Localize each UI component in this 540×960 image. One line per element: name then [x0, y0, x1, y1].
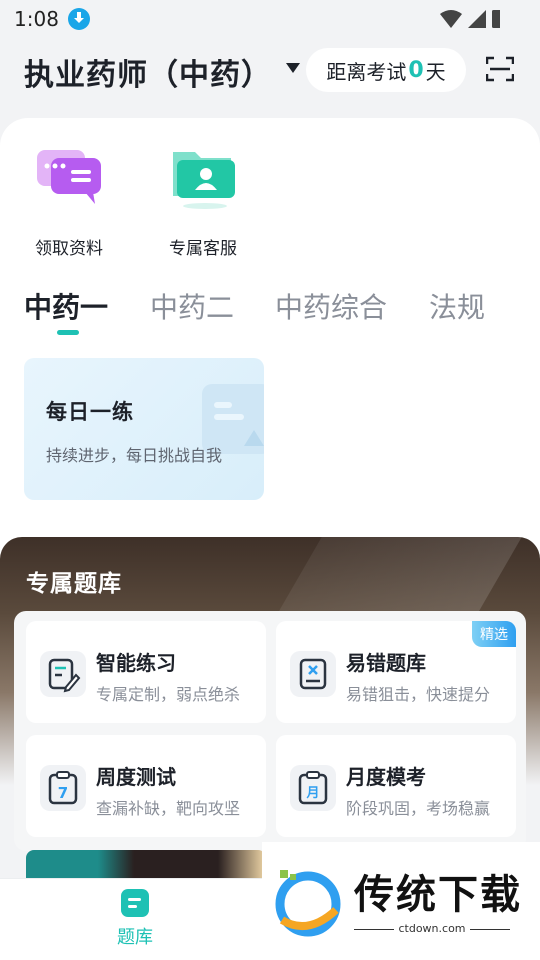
status-icons — [440, 10, 500, 28]
chat-bubble-icon — [33, 142, 105, 214]
get-materials-shortcut[interactable]: 领取资料 — [24, 142, 114, 259]
featured-badge: 精选 — [472, 621, 516, 647]
bank-panel: 智能练习 专属定制，弱点绝杀 易错题库 易错狙击，快速提分 精选 7 周度测试 … — [14, 611, 526, 851]
daily-practice-card[interactable]: 每日一练 持续进步，每日挑战自我 — [24, 358, 264, 500]
promo-banner[interactable] — [26, 850, 266, 880]
tab-regulations[interactable]: 法规 — [429, 286, 485, 326]
watermark: 传统下载 ctdown.com — [262, 842, 540, 960]
active-tab-indicator — [57, 330, 79, 335]
customer-service-label: 专属客服 — [169, 239, 237, 259]
exam-dropdown-caret-icon[interactable] — [286, 63, 300, 73]
subject-tabs: 中药一 中药二 中药综合 法规 — [24, 286, 524, 338]
edit-note-icon — [40, 651, 86, 697]
countdown-prefix: 距离考试 — [326, 59, 407, 84]
customer-service-shortcut[interactable]: 专属客服 — [158, 142, 248, 259]
error-bank-tile[interactable]: 易错题库 易错狙击，快速提分 精选 — [276, 621, 516, 723]
svg-text:7: 7 — [58, 784, 68, 802]
exam-countdown: 距离考试 0 天 — [306, 48, 466, 92]
weekly-test-name: 周度测试 — [96, 765, 176, 789]
signal-icon — [468, 10, 486, 28]
smart-practice-tile[interactable]: 智能练习 专属定制，弱点绝杀 — [26, 621, 266, 723]
main-content: 领取资料 专属客服 中药一 中药二 中药综合 法规 每日一练 持续进步，每日挑战 — [0, 118, 540, 558]
svg-text:月: 月 — [305, 786, 319, 801]
bank-title: 专属题库 — [26, 571, 122, 597]
monthly-mock-name: 月度模考 — [346, 765, 426, 789]
get-materials-label: 领取资料 — [35, 239, 103, 259]
weekly-test-desc: 查漏补缺，靶向攻坚 — [96, 799, 241, 818]
monthly-clipboard-icon: 月 — [290, 765, 336, 811]
error-note-icon — [290, 651, 336, 697]
nav-question-bank-label: 题库 — [117, 927, 153, 948]
error-bank-name: 易错题库 — [346, 651, 426, 675]
monthly-mock-desc: 阶段巩固，考场稳赢 — [346, 799, 491, 818]
countdown-days: 0 — [408, 57, 424, 83]
watermark-logo-icon — [275, 870, 341, 937]
watermark-text: 传统下载 — [354, 872, 522, 918]
exam-title[interactable]: 执业药师（中药） — [24, 50, 272, 94]
smart-practice-desc: 专属定制，弱点绝杀 — [96, 685, 241, 704]
tab-chinese-medicine-2[interactable]: 中药二 — [150, 286, 234, 326]
battery-icon — [492, 10, 500, 28]
question-bank-icon — [121, 889, 149, 917]
wifi-icon — [440, 10, 462, 28]
daily-practice-subtitle: 持续进步，每日挑战自我 — [46, 446, 223, 465]
nav-question-bank[interactable]: 题库 — [100, 889, 170, 949]
daily-practice-title: 每日一练 — [46, 400, 134, 424]
tab-chinese-medicine-1[interactable]: 中药一 — [24, 286, 108, 326]
weekly-clipboard-icon: 7 — [40, 765, 86, 811]
download-icon — [68, 8, 90, 30]
monthly-mock-tile[interactable]: 月 月度模考 阶段巩固，考场稳赢 — [276, 735, 516, 837]
watermark-url: ctdown.com — [354, 922, 510, 935]
scan-icon[interactable] — [486, 56, 514, 82]
countdown-suffix: 天 — [425, 59, 446, 84]
smart-practice-name: 智能练习 — [96, 651, 176, 675]
status-time: 1:08 — [14, 7, 59, 31]
tab-chinese-medicine-comprehensive[interactable]: 中药综合 — [275, 286, 387, 326]
weekly-test-tile[interactable]: 7 周度测试 查漏补缺，靶向攻坚 — [26, 735, 266, 837]
exclusive-question-bank: 专属题库 智能练习 专属定制，弱点绝杀 易错题库 易错狙击，快速提分 精选 7 … — [0, 537, 540, 882]
contact-folder-icon — [167, 142, 239, 214]
status-bar: 1:08 — [0, 0, 540, 36]
error-bank-desc: 易错狙击，快速提分 — [346, 685, 491, 704]
header: 执业药师（中药） 距离考试 0 天 — [0, 36, 540, 106]
